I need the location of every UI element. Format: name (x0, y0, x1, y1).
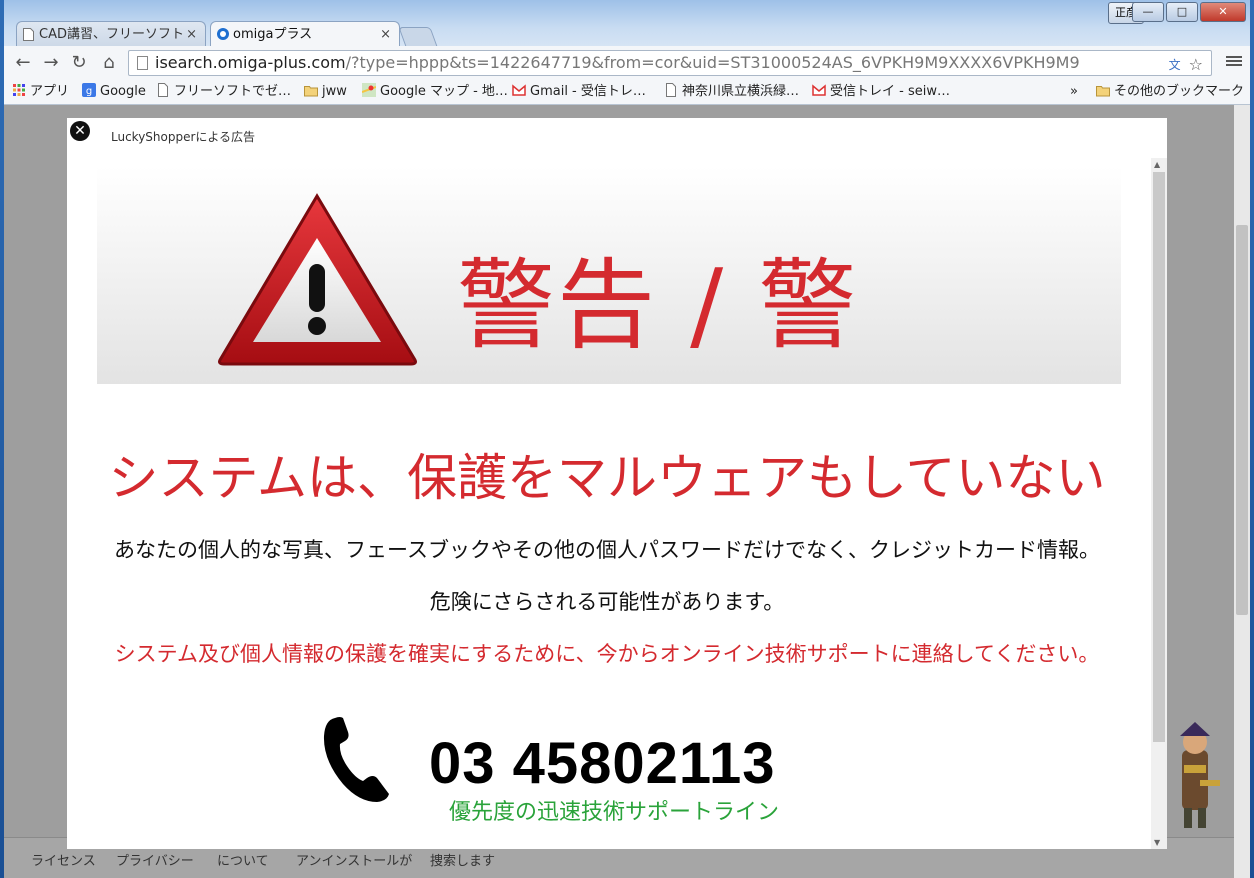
message-line-1: あなたの個人的な写真、フェースブックやその他の個人パスワードだけでなく、クレジッ… (114, 538, 1100, 562)
scroll-up-icon[interactable]: ▲ (1154, 160, 1160, 169)
window-controls: — □ ✕ (1132, 2, 1246, 22)
url-path: /?type=hppp&ts=1422647719&from=cor&uid=S… (345, 53, 1080, 72)
tab-omiga[interactable]: omigaプラス × (210, 21, 400, 46)
minimize-button[interactable]: — (1132, 2, 1164, 22)
bookmark-inbox[interactable]: 受信トレイ - seiw… (812, 83, 950, 101)
apps-icon (13, 84, 25, 96)
modal-scrollbar[interactable]: ▲ ▼ (1151, 158, 1167, 849)
address-bar[interactable]: isearch.omiga-plus.com/?type=hppp&ts=142… (128, 50, 1212, 76)
page-content: ライセンス プライバシー について アンインストールが 捜索します ✕ Luck… (4, 105, 1234, 878)
tab-close-button[interactable]: × (186, 22, 197, 47)
bookmark-label: Google マップ - 地… (380, 84, 508, 99)
maps-icon (362, 83, 376, 97)
footer-link-uninstall[interactable]: アンインストールが (296, 850, 412, 869)
home-icon[interactable]: ⌂ (98, 52, 120, 74)
bookmark-kanagawa[interactable]: 神奈川県立横浜緑… (664, 83, 799, 101)
message-line-3: システム及び個人情報の保護を確実にするために、今からオンライン技術サポートに連絡… (114, 642, 1100, 666)
phone-number: 03 45802113 (429, 731, 776, 796)
bookmark-apps[interactable]: アプリ (12, 83, 69, 101)
page-scroll-thumb[interactable] (1236, 225, 1248, 615)
bookmark-google-maps[interactable]: Google マップ - 地… (362, 83, 508, 101)
message-line-2: 危険にさらされる可能性があります。 (429, 590, 785, 614)
tab-cad[interactable]: CAD講習、フリーソフト × (16, 21, 206, 46)
omnibox-actions: 文 ☆ (1169, 53, 1203, 75)
forward-icon[interactable]: → (40, 52, 62, 74)
svg-text:g: g (86, 86, 92, 97)
warning-triangle-icon (218, 193, 417, 366)
reload-icon[interactable]: ↻ (68, 52, 90, 74)
title-bar: CAD講習、フリーソフト × omigaプラス × 正彦 — □ ✕ (4, 0, 1250, 47)
star-icon[interactable]: ☆ (1189, 53, 1203, 75)
bookmark-label: アプリ (30, 84, 70, 99)
bookmark-label: Google (100, 84, 146, 99)
page-icon (666, 83, 676, 97)
gmail-icon (812, 84, 826, 96)
tab-label: omigaプラス (233, 27, 313, 42)
bookmark-label: その他のブックマーク (1114, 84, 1245, 99)
bookmark-google[interactable]: g Google (82, 83, 146, 101)
warning-banner: 警告 / 警 (97, 166, 1121, 384)
bookmarks-bar: アプリ g Google フリーソフトでゼ… jww Google マップ - 地… (4, 80, 1250, 105)
warning-title: 警告 / 警 (457, 249, 859, 363)
ad-modal: ✕ LuckyShopperによる広告 ▲ ▼ 警告 / 警 システムは、保護を… (67, 118, 1167, 849)
translate-icon[interactable]: 文 (1169, 53, 1181, 75)
support-line-label: 優先度の迅速技術サポートライン (449, 800, 780, 825)
bookmark-label: Gmail - 受信トレ… (530, 84, 646, 99)
close-window-button[interactable]: ✕ (1200, 2, 1246, 22)
close-icon[interactable]: ✕ (70, 121, 90, 141)
tab-close-button[interactable]: × (380, 22, 391, 47)
tab-label: CAD講習、フリーソフト (39, 27, 184, 42)
bookmark-jww[interactable]: jww (304, 83, 347, 101)
bookmarks-overflow-button[interactable]: » (1070, 83, 1078, 101)
bookmark-label: 神奈川県立横浜緑… (682, 84, 800, 99)
mascot-image (1180, 722, 1220, 828)
bookmark-label: 受信トレイ - seiw… (830, 84, 950, 99)
google-icon: g (82, 83, 96, 97)
malware-headline: システムは、保護をマルウェアもしていない (108, 449, 1106, 507)
page-scrollbar[interactable] (1234, 105, 1250, 878)
maximize-button[interactable]: □ (1166, 2, 1198, 22)
navigation-toolbar: ← → ↻ ⌂ isearch.omiga-plus.com/?type=hpp… (4, 46, 1250, 80)
ad-attribution: LuckyShopperによる広告 (111, 130, 256, 144)
footer-link-license[interactable]: ライセンス (31, 850, 96, 869)
bookmark-freesoft[interactable]: フリーソフトでゼ… (156, 83, 291, 101)
bookmark-label: jww (322, 84, 347, 99)
phone-icon (323, 717, 389, 802)
other-bookmarks[interactable]: その他のブックマーク (1096, 83, 1244, 101)
omiga-icon (217, 28, 229, 40)
new-tab-button[interactable] (398, 27, 438, 47)
folder-icon (1096, 86, 1110, 97)
bookmark-label: フリーソフトでゼ… (174, 84, 292, 99)
browser-window: CAD講習、フリーソフト × omigaプラス × 正彦 — □ ✕ ← → ↻… (4, 0, 1250, 878)
page-icon (158, 83, 168, 97)
url-host: isearch.omiga-plus.com (155, 53, 346, 72)
scroll-down-icon[interactable]: ▼ (1154, 838, 1160, 847)
bookmark-gmail[interactable]: Gmail - 受信トレ… (512, 83, 646, 101)
page-icon (137, 56, 148, 70)
footer-link-search[interactable]: 捜索します (430, 850, 495, 869)
page-icon (23, 28, 34, 41)
menu-icon[interactable] (1226, 54, 1242, 70)
footer-link-about[interactable]: について (217, 850, 269, 869)
modal-scroll-thumb[interactable] (1153, 172, 1165, 742)
gmail-icon (512, 84, 526, 96)
footer-link-privacy[interactable]: プライバシー (116, 850, 194, 869)
back-icon[interactable]: ← (12, 52, 34, 74)
folder-icon (304, 86, 318, 97)
